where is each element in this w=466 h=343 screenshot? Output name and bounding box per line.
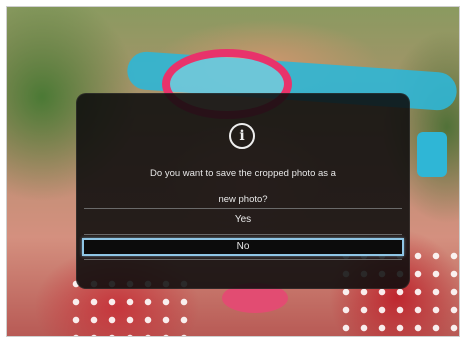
dialog-message-line-1: Do you want to save the cropped photo as… (150, 168, 336, 179)
divider (84, 234, 402, 235)
yes-button[interactable]: Yes (82, 211, 404, 229)
divider (84, 259, 402, 260)
dialog-message: Do you want to save the cropped photo as… (96, 161, 390, 213)
save-cropped-photo-dialog: i Do you want to save the cropped photo … (76, 93, 410, 289)
dialog-message-line-2: new photo? (218, 194, 268, 205)
no-button[interactable]: No (82, 238, 404, 256)
info-icon: i (229, 123, 255, 149)
photo-frame-screen: i Do you want to save the cropped photo … (6, 6, 460, 337)
background-photo-goggle-side (417, 132, 447, 177)
divider (84, 208, 402, 209)
